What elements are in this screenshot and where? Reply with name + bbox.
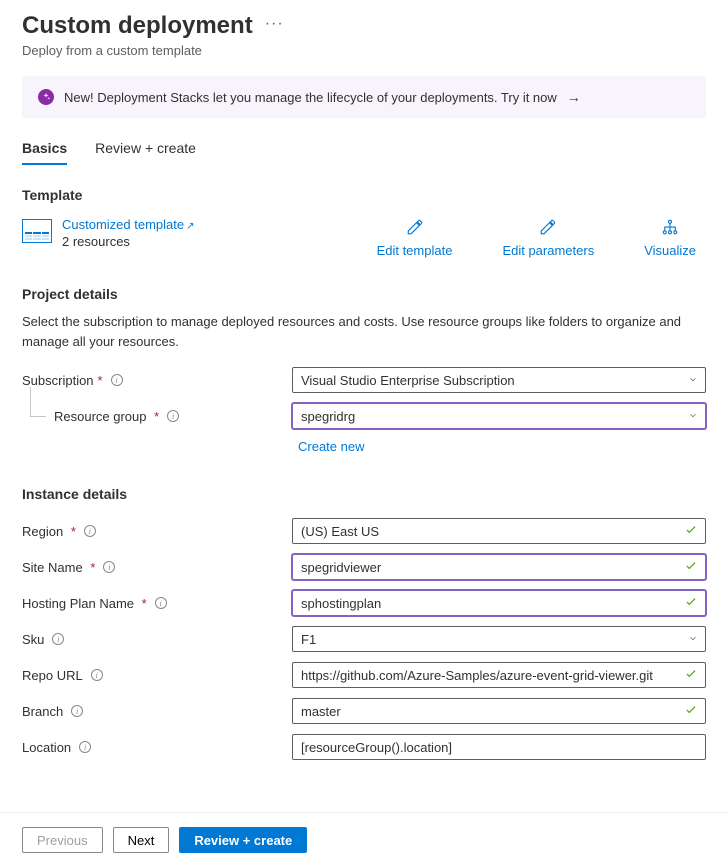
template-grid-icon [22, 219, 52, 243]
site-name-label: Site Name * i [22, 560, 282, 575]
info-icon[interactable]: i [71, 705, 83, 717]
project-details-heading: Project details [22, 286, 706, 302]
pencil-icon [405, 217, 425, 237]
location-label: Location i [22, 740, 282, 755]
visualize-button[interactable]: Visualize [644, 217, 696, 258]
project-details-description: Select the subscription to manage deploy… [22, 312, 706, 351]
tabs: Basics Review + create [22, 140, 706, 165]
next-button[interactable]: Next [113, 827, 170, 853]
external-link-icon: ↗ [186, 221, 194, 232]
info-icon[interactable]: i [79, 741, 91, 753]
arrow-right-icon: → [567, 89, 581, 105]
edit-parameters-button[interactable]: Edit parameters [502, 217, 594, 258]
info-icon[interactable]: i [155, 597, 167, 609]
create-new-resource-group-link[interactable]: Create new [298, 439, 364, 454]
info-icon[interactable]: i [52, 633, 64, 645]
review-create-button[interactable]: Review + create [179, 827, 307, 853]
branch-label: Branch i [22, 704, 282, 719]
tab-review-create[interactable]: Review + create [95, 140, 196, 164]
repo-url-input[interactable] [292, 662, 706, 688]
info-icon[interactable]: i [84, 525, 96, 537]
footer: Previous Next Review + create [0, 812, 728, 867]
hierarchy-icon [660, 217, 680, 237]
template-heading: Template [22, 187, 706, 203]
deployment-stacks-banner[interactable]: New! Deployment Stacks let you manage th… [22, 76, 706, 118]
sku-select[interactable] [292, 626, 706, 652]
region-select[interactable] [292, 518, 706, 544]
page-subtitle: Deploy from a custom template [22, 43, 706, 58]
sku-label: Sku i [22, 632, 282, 647]
tab-basics[interactable]: Basics [22, 140, 67, 164]
subscription-label: Subscription* i [22, 373, 282, 388]
resources-count: 2 resources [62, 234, 195, 249]
instance-details-heading: Instance details [22, 486, 706, 502]
banner-text: New! Deployment Stacks let you manage th… [64, 90, 557, 105]
previous-button: Previous [22, 827, 103, 853]
info-icon[interactable]: i [103, 561, 115, 573]
customized-template-link[interactable]: Customized template↗ [62, 217, 195, 232]
more-actions-icon[interactable]: ··· [265, 15, 284, 37]
tree-connector-icon [22, 405, 50, 427]
edit-template-button[interactable]: Edit template [377, 217, 453, 258]
hosting-plan-input[interactable] [292, 590, 706, 616]
subscription-select[interactable] [292, 367, 706, 393]
branch-input[interactable] [292, 698, 706, 724]
repo-url-label: Repo URL i [22, 668, 282, 683]
info-icon[interactable]: i [167, 410, 179, 422]
page-title: Custom deployment [22, 10, 253, 41]
region-label: Region * i [22, 524, 282, 539]
info-icon[interactable]: i [111, 374, 123, 386]
sparkle-icon [38, 89, 54, 105]
pencil-icon [538, 217, 558, 237]
hosting-plan-label: Hosting Plan Name * i [22, 596, 282, 611]
resource-group-select[interactable] [292, 403, 706, 429]
location-input[interactable] [292, 734, 706, 760]
site-name-input[interactable] [292, 554, 706, 580]
resource-group-label: Resource group * i [22, 405, 282, 427]
info-icon[interactable]: i [91, 669, 103, 681]
